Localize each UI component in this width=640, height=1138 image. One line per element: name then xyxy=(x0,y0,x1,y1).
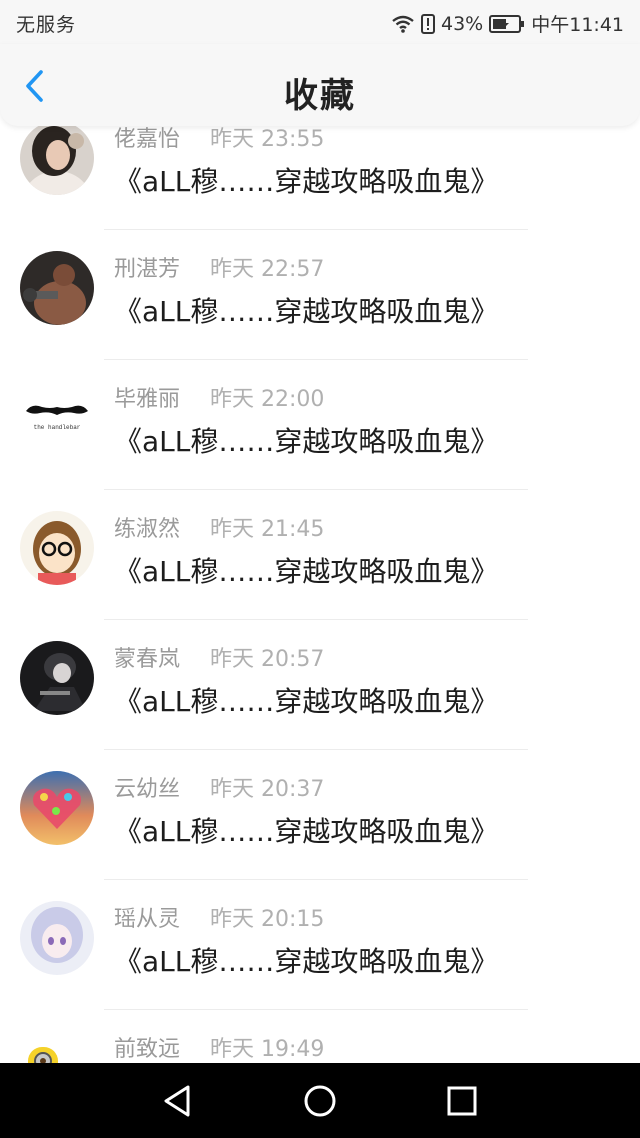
item-time: 昨天 22:00 xyxy=(210,387,325,412)
list-item[interactable]: 我 前致远 昨天 19:49 xyxy=(0,1010,640,1063)
list-item[interactable]: 练淑然 昨天 21:45 《aLL穆……穿越攻略吸血鬼》 xyxy=(0,490,640,620)
item-author: 前致远 xyxy=(114,1037,181,1062)
clock-label: 中午11:41 xyxy=(531,14,624,36)
nav-back-button[interactable] xyxy=(158,1081,198,1121)
circle-home-icon xyxy=(304,1085,336,1117)
nav-recent-button[interactable] xyxy=(442,1081,482,1121)
avatar xyxy=(20,511,94,585)
sim-alert-icon xyxy=(421,13,435,34)
avatar: the handlebar xyxy=(20,381,94,455)
item-author: 云幼丝 xyxy=(114,777,181,802)
battery-percent: 43% xyxy=(441,12,484,35)
list-item[interactable]: the handlebar 毕雅丽 昨天 22:00 《aLL穆……穿越攻略吸血… xyxy=(0,360,640,490)
list-item[interactable]: 蒙春岚 昨天 20:57 《aLL穆……穿越攻略吸血鬼》 xyxy=(0,620,640,750)
page-title: 收藏 xyxy=(284,76,356,116)
item-time: 昨天 21:45 xyxy=(210,517,325,542)
avatar xyxy=(20,771,94,845)
avatar: 我 xyxy=(20,1031,94,1063)
avatar-caption: the handlebar xyxy=(34,424,81,431)
item-title: 《aLL穆……穿越攻略吸血鬼》 xyxy=(114,425,499,458)
item-time: 昨天 20:15 xyxy=(210,907,325,932)
list-item[interactable]: 刑湛芳 昨天 22:57 《aLL穆……穿越攻略吸血鬼》 xyxy=(0,230,640,360)
item-author: 刑湛芳 xyxy=(114,257,181,282)
item-title: 《aLL穆……穿越攻略吸血鬼》 xyxy=(114,165,499,198)
item-time: 昨天 19:49 xyxy=(210,1037,325,1062)
item-author: 瑶从灵 xyxy=(114,907,181,932)
avatar xyxy=(20,251,94,325)
triangle-back-icon xyxy=(164,1085,190,1117)
item-author: 练淑然 xyxy=(114,517,181,542)
system-nav-bar xyxy=(0,1063,640,1138)
item-time: 昨天 20:57 xyxy=(210,647,325,672)
item-author: 毕雅丽 xyxy=(114,387,181,412)
square-recent-icon xyxy=(447,1086,477,1116)
list-item[interactable]: 佬嘉怡 昨天 23:55 《aLL穆……穿越攻略吸血鬼》 xyxy=(0,126,640,230)
item-time: 昨天 20:37 xyxy=(210,777,325,802)
list-item[interactable]: 瑶从灵 昨天 20:15 《aLL穆……穿越攻略吸血鬼》 xyxy=(0,880,640,1010)
carrier-label: 无服务 xyxy=(16,14,77,36)
item-title: 《aLL穆……穿越攻略吸血鬼》 xyxy=(114,685,499,718)
item-time: 昨天 23:55 xyxy=(210,127,325,152)
status-bar: 无服务 43% 中午11:41 xyxy=(0,0,640,44)
item-title: 《aLL穆……穿越攻略吸血鬼》 xyxy=(114,945,499,978)
avatar xyxy=(20,901,94,975)
item-author: 蒙春岚 xyxy=(114,647,181,672)
item-time: 昨天 22:57 xyxy=(210,257,325,282)
item-title: 《aLL穆……穿越攻略吸血鬼》 xyxy=(114,555,499,588)
avatar xyxy=(20,641,94,715)
avatar xyxy=(20,126,94,195)
list-item[interactable]: 云幼丝 昨天 20:37 《aLL穆……穿越攻略吸血鬼》 xyxy=(0,750,640,880)
item-title: 《aLL穆……穿越攻略吸血鬼》 xyxy=(114,295,499,328)
header: 收藏 xyxy=(0,44,640,126)
wifi-icon xyxy=(391,15,415,33)
item-author: 佬嘉怡 xyxy=(114,127,181,152)
favorites-list[interactable]: 佬嘉怡 昨天 23:55 《aLL穆……穿越攻略吸血鬼》 刑湛芳 昨天 22:5… xyxy=(0,126,640,1063)
battery-icon xyxy=(489,14,525,34)
nav-home-button[interactable] xyxy=(300,1081,340,1121)
item-title: 《aLL穆……穿越攻略吸血鬼》 xyxy=(114,815,499,848)
